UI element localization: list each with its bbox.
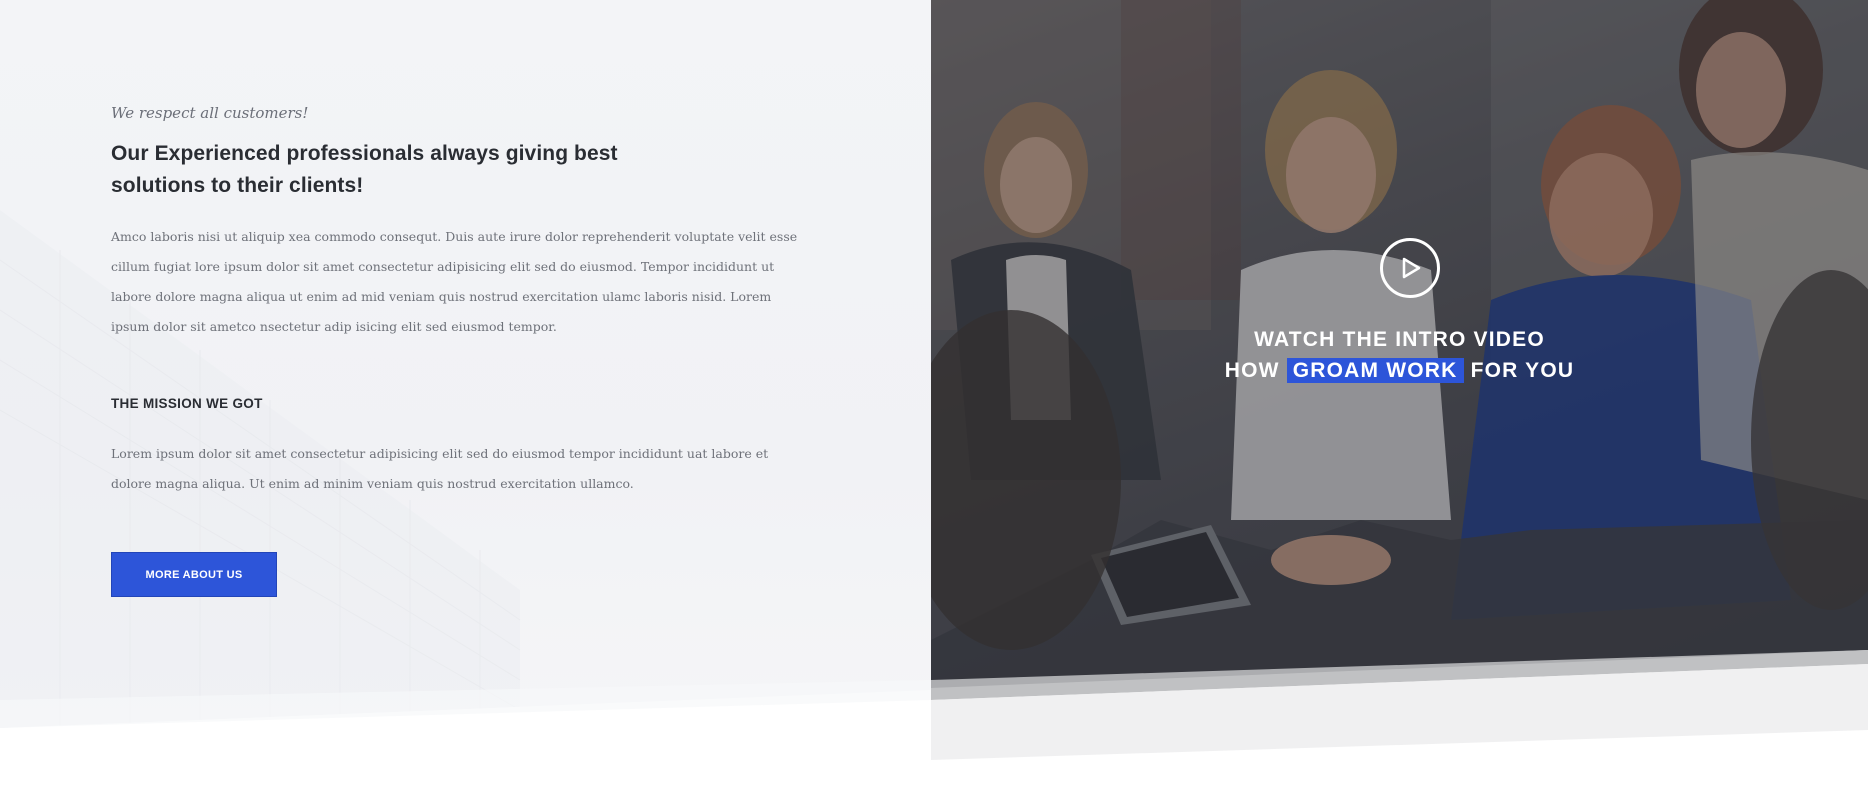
play-circle-icon [1402, 257, 1421, 279]
tagline: We respect all customers! [111, 104, 309, 122]
video-title-highlight: GROAM WORK [1286, 358, 1464, 383]
video-title-prefix: HOW [1224, 359, 1280, 382]
about-section: We respect all customers! Our Experience… [0, 0, 931, 788]
video-title-line1: WATCH THE INTRO VIDEO [1254, 328, 1545, 351]
bottom-wedge-right [931, 650, 1868, 788]
more-about-us-button[interactable]: MORE ABOUT US [111, 552, 277, 597]
about-headline: Our Experienced professionals always giv… [111, 142, 618, 197]
mission-paragraph: Lorem ipsum dolor sit amet consectetur a… [111, 446, 769, 491]
mission-title: THE MISSION WE GOT [111, 396, 263, 411]
about-paragraph: Amco laboris nisi ut aliquip xea commodo… [111, 229, 798, 334]
play-video-button[interactable] [1380, 238, 1440, 298]
video-title-line2: HOW GROAM WORK FOR YOU [931, 358, 1868, 383]
intro-video-section: WATCH THE INTRO VIDEO HOW GROAM WORK FOR… [931, 0, 1868, 788]
video-title-suffix: FOR YOU [1470, 359, 1575, 382]
